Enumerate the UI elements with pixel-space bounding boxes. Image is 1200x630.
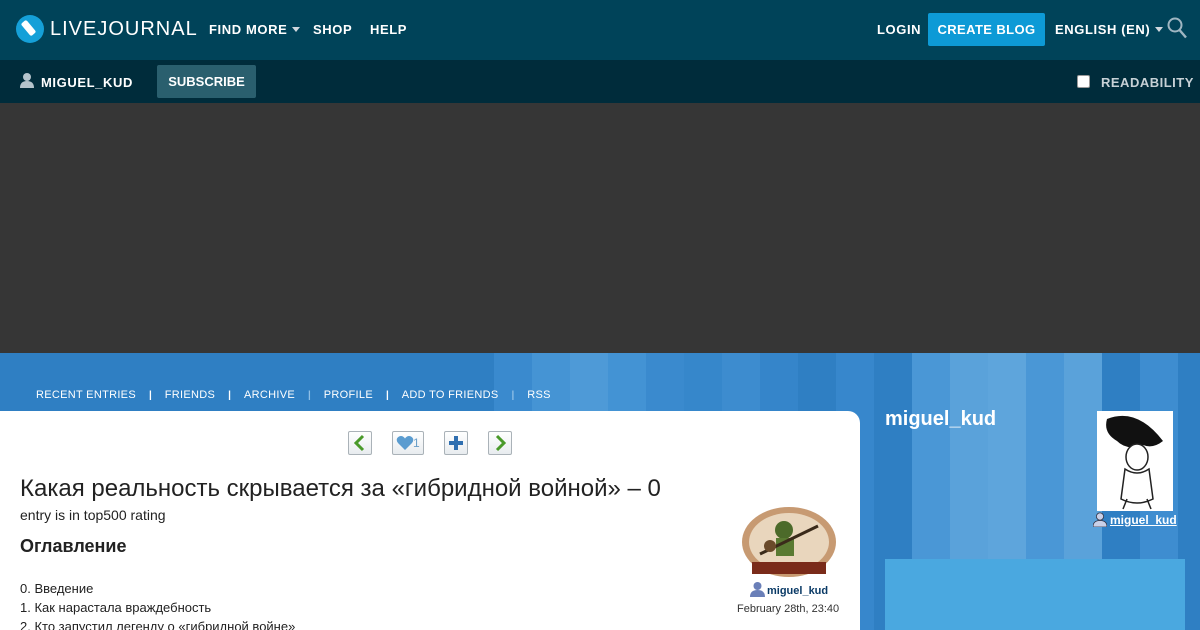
recent-entries-link[interactable]: RECENT ENTRIES (36, 389, 136, 401)
toc-item: 2. Кто запустил легенду о «гибридной вой… (20, 619, 296, 630)
subscribe-button[interactable]: SUBSCRIBE (157, 65, 256, 98)
previous-entry-button[interactable] (348, 431, 372, 455)
find-more-menu[interactable]: FIND MORE (209, 22, 301, 37)
author-username-link[interactable]: miguel_kud (767, 585, 828, 597)
language-selector[interactable]: ENGLISH (EN) (1055, 22, 1164, 37)
sidebar-userpic-image (1097, 411, 1173, 511)
add-memory-button[interactable] (444, 431, 468, 455)
next-entry-button[interactable] (488, 431, 512, 455)
readability-label[interactable]: READABILITY (1101, 75, 1194, 90)
like-count: 1 (413, 436, 420, 450)
livejournal-logo[interactable]: LIVEJOURNAL (16, 15, 198, 43)
nav-separator: | (385, 389, 389, 401)
create-blog-button[interactable]: CREATE BLOG (928, 13, 1045, 46)
sidebar-blog-name[interactable]: miguel_kud (885, 408, 996, 431)
sidebar-widget (885, 559, 1185, 630)
archive-link[interactable]: ARCHIVE (244, 389, 295, 401)
readability-checkbox[interactable] (1077, 75, 1090, 88)
chevron-down-icon (292, 27, 301, 32)
journal-username-link[interactable]: MIGUEL_KUD (41, 75, 133, 90)
heart-icon (396, 436, 414, 450)
rating-note: entry is in top500 rating (20, 507, 166, 523)
author-userpic-image (740, 504, 838, 578)
ad-banner (0, 103, 1200, 353)
blog-navigation: RECENT ENTRIES | FRIENDS | ARCHIVE | PRO… (36, 389, 551, 401)
toc-item: 1. Как нарастала враждебность (20, 600, 212, 615)
author-userpic[interactable] (740, 504, 838, 578)
nav-separator: | (228, 389, 231, 401)
logo-text: LIVEJOURNAL (50, 17, 198, 40)
toc-item: 0. Введение (20, 581, 94, 596)
add-to-friends-link[interactable]: ADD TO FRIENDS (402, 389, 499, 401)
livejournal-logo-icon (16, 15, 44, 43)
entry-date: February 28th, 23:40 (737, 603, 840, 615)
entry-title: Какая реальность скрывается за «гибридно… (20, 475, 661, 502)
arrow-left-icon (353, 434, 365, 452)
user-icon (1093, 512, 1107, 527)
friends-link[interactable]: FRIENDS (165, 389, 215, 401)
user-icon (750, 582, 765, 597)
shop-link[interactable]: SHOP (313, 22, 352, 37)
toc-heading: Оглавление (20, 536, 127, 556)
nav-separator: | (148, 389, 152, 401)
rss-link[interactable]: RSS (527, 389, 551, 401)
plus-icon (449, 436, 463, 450)
user-icon (20, 73, 34, 88)
chevron-down-icon (1155, 27, 1164, 32)
sidebar-userpic[interactable] (1097, 411, 1173, 511)
nav-separator: | (511, 389, 515, 401)
profile-link[interactable]: PROFILE (324, 389, 373, 401)
sidebar-username-link[interactable]: miguel_kud (1110, 513, 1177, 527)
help-link[interactable]: HELP (370, 22, 407, 37)
nav-separator: | (307, 389, 311, 401)
login-link[interactable]: LOGIN (877, 22, 921, 37)
search-icon[interactable] (1167, 17, 1187, 39)
arrow-right-icon (495, 434, 507, 452)
